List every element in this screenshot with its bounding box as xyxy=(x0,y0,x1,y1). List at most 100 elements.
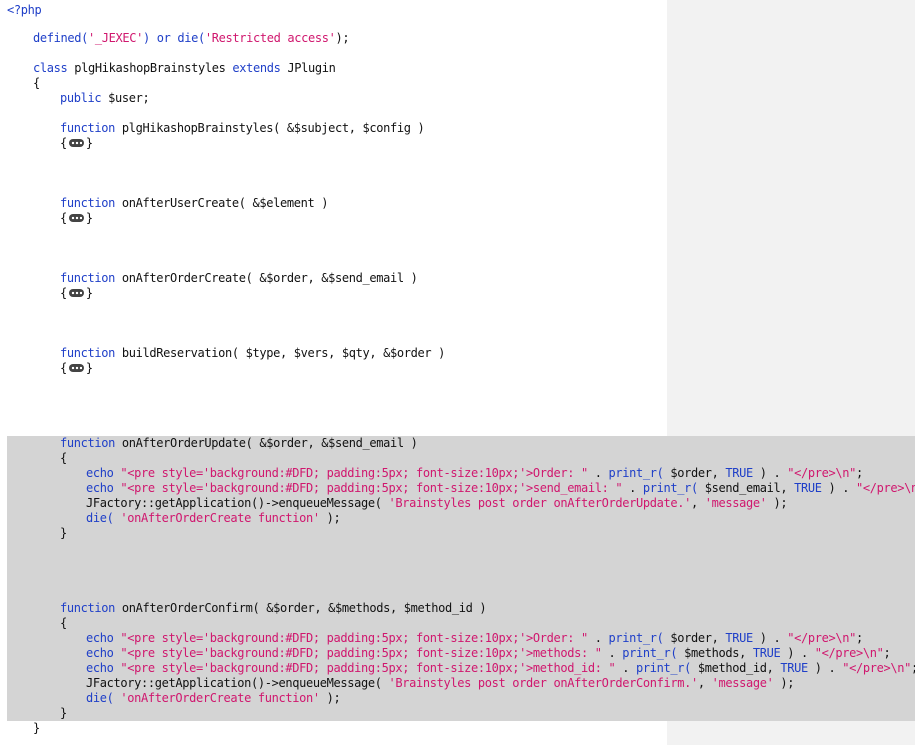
code-token: onAfterOrderConfirm( &$order, &$methods,… xyxy=(121,601,487,615)
code-line[interactable]: JFactory::getApplication()->enqueueMessa… xyxy=(86,496,788,511)
code-string: "<pre style='background:#DFD; padding:5p… xyxy=(120,631,588,645)
code-token: { xyxy=(33,76,40,90)
code-line[interactable]: } xyxy=(33,721,40,736)
code-token: $order, xyxy=(663,631,726,645)
code-token: ; xyxy=(911,661,915,675)
code-keyword: extends xyxy=(232,61,288,75)
code-line[interactable]: {} xyxy=(60,286,93,301)
code-string: "<pre style='background:#DFD; padding:5p… xyxy=(120,646,602,660)
code-keyword: die( xyxy=(177,31,205,45)
code-line[interactable]: defined('_JEXEC') or die('Restricted acc… xyxy=(33,31,350,46)
code-line[interactable]: die( 'onAfterOrderCreate function' ); xyxy=(86,691,341,706)
code-keyword: TRUE xyxy=(725,631,753,645)
code-line[interactable]: die( 'onAfterOrderCreate function' ); xyxy=(86,511,341,526)
code-keyword: public xyxy=(60,91,109,105)
code-token: } xyxy=(85,211,93,225)
code-line[interactable]: class plgHikashopBrainstyles extends JPl… xyxy=(33,61,336,76)
code-line[interactable]: echo "<pre style='background:#DFD; paddi… xyxy=(86,631,863,646)
code-line[interactable]: function onAfterOrderUpdate( &$order, &$… xyxy=(60,436,418,451)
code-keyword: die( xyxy=(86,691,121,705)
code-token: { xyxy=(60,136,67,150)
code-line[interactable]: <?php xyxy=(7,3,42,18)
code-token: $order, xyxy=(663,466,726,480)
code-keyword: function xyxy=(60,271,122,285)
code-line[interactable]: function buildReservation( $type, $vers,… xyxy=(60,346,445,361)
code-token: onAfterOrderUpdate( &$order, &$send_emai… xyxy=(121,436,418,450)
code-keyword: echo xyxy=(86,661,121,675)
code-token: onAfterUserCreate( &$element ) xyxy=(121,196,329,210)
code-line[interactable]: echo "<pre style='background:#DFD; paddi… xyxy=(86,661,915,676)
code-keyword: class xyxy=(33,61,75,75)
code-string: 'onAfterOrderCreate function' xyxy=(120,691,320,705)
code-keyword: echo xyxy=(86,481,121,495)
code-token: JFactory::getApplication()->enqueueMessa… xyxy=(86,496,389,510)
code-token: ) . xyxy=(807,661,843,675)
code-keyword: defined( xyxy=(33,31,88,45)
code-string: 'onAfterOrderCreate function' xyxy=(120,511,320,525)
code-token: . xyxy=(587,631,609,645)
code-keyword: function xyxy=(60,436,122,450)
code-line[interactable]: echo "<pre style='background:#DFD; paddi… xyxy=(86,481,915,496)
code-token: ) . xyxy=(821,481,856,495)
code-token: } xyxy=(85,136,93,150)
code-string: "</pre>\n" xyxy=(855,481,915,495)
collapsed-code-icon[interactable] xyxy=(68,363,84,372)
code-string: '_JEXEC' xyxy=(88,31,143,45)
code-keyword: <?php xyxy=(7,3,42,17)
code-line[interactable]: { xyxy=(33,76,40,91)
code-token: } xyxy=(60,526,67,540)
code-string: "<pre style='background:#DFD; padding:5p… xyxy=(120,466,588,480)
code-line[interactable]: { xyxy=(60,616,67,631)
code-line[interactable]: function onAfterUserCreate( &$element ) xyxy=(60,196,328,211)
code-token: onAfterOrderCreate( &$order, &$send_emai… xyxy=(121,271,418,285)
code-token: . xyxy=(601,646,623,660)
code-token: ; xyxy=(855,631,863,645)
code-line[interactable]: {} xyxy=(60,361,93,376)
code-line[interactable]: public $user; xyxy=(60,91,150,106)
code-keyword: function xyxy=(60,346,122,360)
code-line[interactable]: { xyxy=(60,451,67,466)
code-token: $methods, xyxy=(677,646,753,660)
code-token: } xyxy=(85,361,93,375)
code-string: "<pre style='background:#DFD; padding:5p… xyxy=(120,481,623,495)
code-string: "</pre>\n" xyxy=(787,631,856,645)
code-string: 'Brainstyles post order onAfterOrderUpda… xyxy=(388,496,691,510)
code-keyword: print_r( xyxy=(635,661,691,675)
code-keyword: echo xyxy=(86,631,121,645)
code-token: JPlugin xyxy=(287,61,336,75)
code-keyword: TRUE xyxy=(725,466,753,480)
code-line[interactable]: function plgHikashopBrainstyles( &$subje… xyxy=(60,121,425,136)
code-editor[interactable]: <?php defined('_JEXEC') or die('Restricte… xyxy=(0,0,915,745)
code-token: ; xyxy=(855,466,863,480)
code-token: ); xyxy=(335,31,350,45)
code-line[interactable]: } xyxy=(60,526,67,541)
code-token: { xyxy=(60,616,67,630)
code-token: ); xyxy=(319,691,341,705)
code-token: ; xyxy=(883,646,891,660)
code-line[interactable]: echo "<pre style='background:#DFD; paddi… xyxy=(86,466,863,481)
code-line[interactable]: function onAfterOrderCreate( &$order, &$… xyxy=(60,271,418,286)
code-token: } xyxy=(60,706,67,720)
code-keyword: print_r( xyxy=(642,481,698,495)
code-line[interactable]: echo "<pre style='background:#DFD; paddi… xyxy=(86,646,891,661)
code-line[interactable]: JFactory::getApplication()->enqueueMessa… xyxy=(86,676,794,691)
code-line[interactable]: function onAfterOrderConfirm( &$order, &… xyxy=(60,601,487,616)
code-token: $user; xyxy=(108,91,150,105)
code-keyword: print_r( xyxy=(622,646,678,660)
code-string: "</pre>\n" xyxy=(842,661,911,675)
collapsed-code-icon[interactable] xyxy=(68,213,84,222)
code-keyword: die( xyxy=(86,511,121,525)
code-token: , xyxy=(697,676,712,690)
code-string: 'message' xyxy=(711,676,774,690)
code-keyword: print_r( xyxy=(608,631,664,645)
code-keyword: TRUE xyxy=(794,481,822,495)
collapsed-code-icon[interactable] xyxy=(68,138,84,147)
code-line[interactable]: {} xyxy=(60,211,93,226)
code-token: ); xyxy=(766,496,788,510)
code-line[interactable]: {} xyxy=(60,136,93,151)
collapsed-code-icon[interactable] xyxy=(68,288,84,297)
code-line[interactable]: } xyxy=(60,706,67,721)
code-token: { xyxy=(60,451,67,465)
code-token: . xyxy=(587,466,609,480)
code-token: ) . xyxy=(752,466,788,480)
